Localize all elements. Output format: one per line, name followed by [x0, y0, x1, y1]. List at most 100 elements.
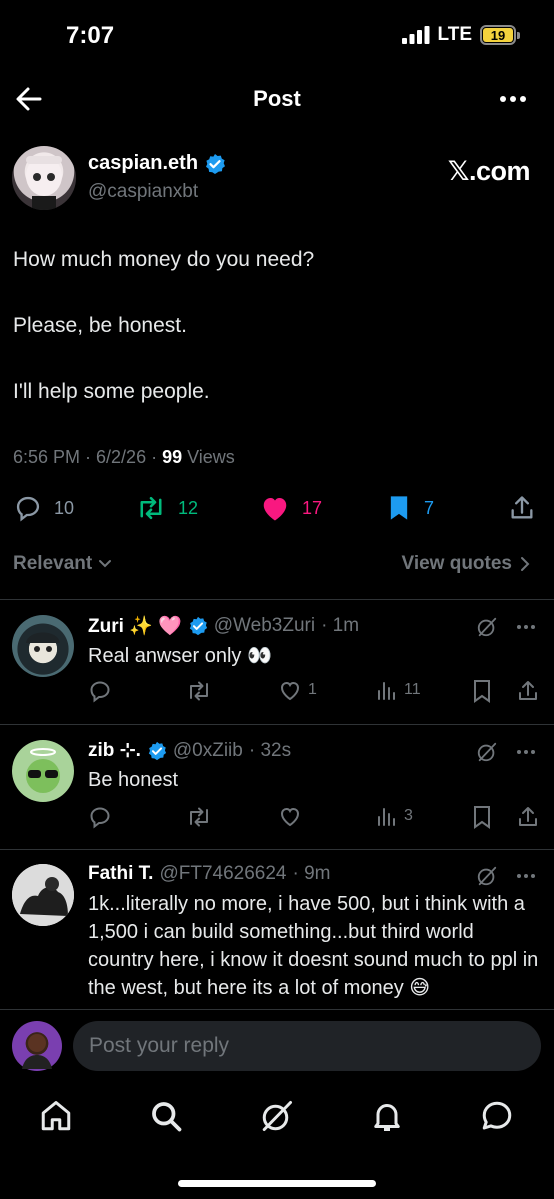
- author-name-row[interactable]: caspian.eth: [88, 152, 226, 175]
- bookmark-action[interactable]: 7: [386, 494, 434, 522]
- reply-avatar[interactable]: [12, 615, 74, 677]
- reply-repost-action[interactable]: [186, 805, 212, 829]
- grok-icon[interactable]: [476, 865, 498, 887]
- reply-action[interactable]: 10: [14, 494, 74, 522]
- sort-dropdown[interactable]: Relevant: [13, 553, 112, 575]
- avatar-illustration-icon: [26, 156, 62, 210]
- views-label: Views: [182, 447, 235, 467]
- share-icon: [519, 681, 537, 700]
- bookmark-count: 7: [424, 497, 435, 518]
- grok-icon[interactable]: [476, 616, 498, 638]
- reply-header[interactable]: Zuri ✨ 🩷 @Web3Zuri · 1m: [88, 614, 359, 638]
- avatar-illustration-icon: [22, 1034, 52, 1069]
- search-icon: [152, 1102, 182, 1132]
- reply-header[interactable]: Fathi T. @FT74626624 · 9m: [88, 863, 331, 885]
- heart-icon: [280, 807, 300, 827]
- network-type: LTE: [437, 24, 472, 45]
- reply-icon: [90, 807, 110, 829]
- messages-icon: [482, 1101, 512, 1130]
- reply-repost-action[interactable]: [186, 679, 212, 703]
- post-timestamp: 6:56 PM · 6/2/26 ·: [13, 447, 163, 467]
- reply-header[interactable]: zib ⊹. @0xZiib · 32s: [88, 739, 291, 762]
- share-action[interactable]: [508, 494, 536, 522]
- author-avatar[interactable]: [12, 146, 76, 210]
- grok-icon[interactable]: [476, 741, 498, 763]
- bottom-tab-bar: [0, 1090, 554, 1142]
- reply-views-action[interactable]: 3: [376, 805, 413, 827]
- reply-comment-action[interactable]: [88, 679, 112, 703]
- reply-bookmark-action[interactable]: [472, 805, 492, 829]
- bookmark-icon: [474, 806, 490, 829]
- author-name[interactable]: caspian.eth: [88, 152, 198, 175]
- reply-avatar[interactable]: [12, 740, 74, 802]
- tab-home[interactable]: [38, 1098, 74, 1134]
- reply-handle[interactable]: @Web3Zuri: [214, 615, 315, 637]
- repost-icon: [190, 681, 208, 701]
- reply-author-name[interactable]: Zuri ✨ 🩷: [88, 614, 182, 638]
- reply-like-action[interactable]: 1: [278, 679, 317, 701]
- tab-notifications[interactable]: [369, 1098, 405, 1134]
- reply-corner-actions: [476, 616, 536, 638]
- tab-messages[interactable]: [479, 1098, 515, 1134]
- reply-views-action[interactable]: 11: [376, 679, 421, 701]
- status-indicators: LTE 19: [401, 24, 520, 46]
- status-time: 7:07: [66, 22, 115, 49]
- repost-icon: [190, 807, 208, 827]
- avatar-illustration-icon: [26, 748, 60, 793]
- reply-time: · 1m: [321, 615, 360, 636]
- views-chart-icon: [378, 682, 395, 700]
- reply-share-action[interactable]: [516, 679, 540, 703]
- reply-icon: [90, 681, 110, 703]
- author-handle[interactable]: @caspianxbt: [88, 181, 198, 203]
- reply-like-action[interactable]: [278, 805, 302, 827]
- reply-avatar[interactable]: [12, 864, 74, 926]
- reply-share-action[interactable]: [516, 805, 540, 829]
- reply-views-count: 3: [404, 807, 413, 824]
- verified-badge-icon: [189, 616, 207, 636]
- reply-icon: [16, 496, 40, 522]
- verified-badge-icon: [206, 153, 226, 174]
- more-dots-icon[interactable]: [516, 873, 536, 879]
- reply-author-name[interactable]: Fathi T.: [88, 863, 153, 885]
- more-dots-icon[interactable]: [516, 749, 536, 755]
- reply-count: 10: [54, 497, 75, 518]
- view-quotes-label: View quotes: [401, 553, 512, 574]
- reply-bookmark-action[interactable]: [472, 679, 492, 703]
- post-line: Please, be honest.: [13, 314, 187, 337]
- post-text: How much money do you need? Please, be h…: [13, 248, 533, 446]
- source-label[interactable]: 𝕏.com: [448, 156, 531, 187]
- signal-icon: [401, 26, 430, 44]
- tab-grok[interactable]: [259, 1098, 295, 1134]
- reply-text: Real anwser only 👀: [88, 645, 272, 667]
- avatar-illustration-icon: [26, 632, 60, 663]
- sort-label: Relevant: [13, 553, 93, 574]
- repost-count: 12: [178, 497, 199, 518]
- notifications-icon: [374, 1104, 400, 1131]
- post-meta: 6:56 PM · 6/2/26 · 99 Views: [13, 447, 235, 468]
- heart-icon: [280, 681, 300, 701]
- reply-author-name[interactable]: zib ⊹.: [88, 739, 141, 762]
- page-title: Post: [253, 86, 301, 111]
- reply-comment-action[interactable]: [88, 805, 112, 829]
- repost-action[interactable]: 12: [136, 494, 198, 522]
- share-icon: [519, 807, 537, 826]
- user-avatar[interactable]: [12, 1021, 62, 1071]
- repost-icon: [140, 496, 162, 520]
- reply-action-bar: 3: [88, 805, 540, 833]
- more-dots-icon: [500, 96, 526, 102]
- divider: [0, 724, 554, 725]
- reply-corner-actions: [476, 865, 536, 887]
- reply-text: 1k...literally no more, i have 500, but …: [88, 893, 539, 999]
- more-dots-icon[interactable]: [516, 624, 536, 630]
- chevron-right-icon: [521, 557, 530, 571]
- more-options-button[interactable]: [498, 92, 528, 106]
- like-count: 17: [302, 497, 323, 518]
- reply-input[interactable]: [73, 1021, 541, 1071]
- tab-search[interactable]: [148, 1098, 184, 1134]
- battery-icon: 19: [480, 25, 520, 45]
- reply-handle[interactable]: @0xZiib: [173, 740, 243, 762]
- post-line: I'll help some people.: [13, 380, 210, 403]
- like-action[interactable]: 17: [260, 494, 322, 522]
- reply-handle[interactable]: @FT74626624: [159, 863, 286, 885]
- view-quotes-link[interactable]: View quotes: [401, 553, 530, 575]
